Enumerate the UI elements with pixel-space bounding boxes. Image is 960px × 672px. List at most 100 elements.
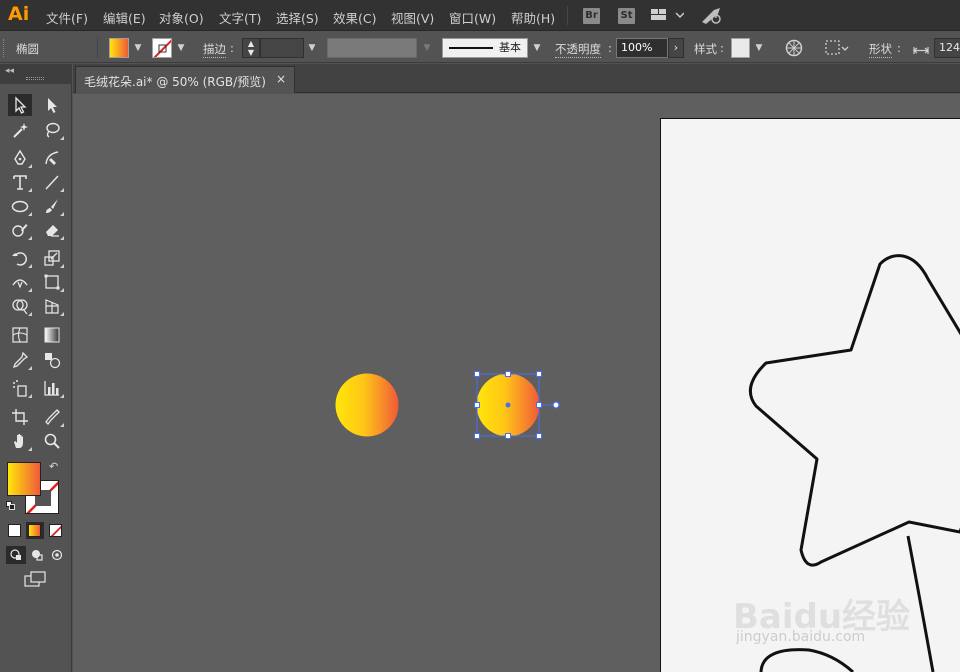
document-tab-title: 毛绒花朵.ai* @ 50% (RGB/预览) [84,75,266,89]
direct-selection-tool[interactable] [40,94,64,116]
mesh-tool[interactable] [8,324,32,346]
menu-window[interactable]: 窗口(W) [449,8,496,27]
shape-colon: : [897,41,901,55]
brush-profile-label: 基本 [499,41,521,54]
brush-dropdown-icon[interactable]: ▼ [529,38,545,58]
paintbrush-tool[interactable] [40,195,64,217]
opacity-label[interactable]: 不透明度 [555,41,601,58]
menu-type[interactable]: 文字(T) [219,8,261,27]
swap-fill-stroke-icon[interactable]: ↶ [49,460,58,473]
width-tool[interactable] [8,271,32,293]
style-label: 样式 [694,42,717,56]
menu-view[interactable]: 视图(V) [391,8,434,27]
shape-width-input[interactable]: 124. [934,38,960,58]
align-to-selection-icon[interactable] [824,39,850,60]
stroke-weight-input[interactable] [260,38,304,58]
shaper-tool[interactable] [8,219,32,241]
variable-width-dropdown-icon[interactable]: ▼ [419,38,435,58]
app-logo: Ai [8,3,30,25]
curvature-tool[interactable] [40,147,64,169]
scale-tool[interactable] [40,247,64,269]
artboard-tool[interactable] [8,406,32,428]
screen-mode-icon[interactable] [24,570,48,588]
opacity-input[interactable]: 100% [616,38,668,58]
object-type-label: 椭圆 [16,42,39,56]
eraser-tool[interactable] [40,219,64,241]
stroke-swatch[interactable] [152,38,172,58]
document-tab[interactable]: 毛绒花朵.ai* @ 50% (RGB/预览) × [75,66,295,93]
collapse-panel-icon[interactable]: ◂◂ [5,66,14,76]
line-segment-tool[interactable] [40,171,64,193]
style-dropdown-icon[interactable]: ▼ [751,38,767,58]
gpu-rocket-icon[interactable] [700,6,724,29]
brush-definition-field[interactable]: 基本 [442,38,528,58]
close-tab-icon[interactable]: × [276,72,286,86]
menu-select[interactable]: 选择(S) [276,8,319,27]
stroke-weight-dropdown-icon[interactable]: ▼ [304,38,320,58]
stock-button[interactable]: St [618,8,635,24]
menu-effect[interactable]: 效果(C) [333,8,376,27]
slice-tool[interactable] [40,406,64,428]
eyedropper-tool[interactable] [8,349,32,371]
tools-panel: ◂◂ ↶ [0,64,72,672]
fill-color-box[interactable] [7,462,41,496]
graphic-style-swatch[interactable] [731,38,750,58]
stroke-dropdown-icon[interactable]: ▼ [173,38,189,58]
opacity-arrow-icon[interactable]: › [668,38,684,58]
symbol-sprayer-tool[interactable] [8,377,32,399]
stroke-weight-stepper[interactable]: ▲ ▼ [242,38,260,58]
canvas[interactable]: Baidu经验 jingyan.baidu.com [73,94,960,672]
type-tool[interactable] [8,171,32,193]
hand-tool[interactable] [8,430,32,452]
gradient-tool[interactable] [40,324,64,346]
leaf-curve[interactable] [759,648,855,672]
fill-dropdown-icon[interactable]: ▼ [130,38,146,58]
menu-file[interactable]: 文件(F) [46,8,88,27]
workspace-layout-icon[interactable] [650,6,685,27]
blend-tool[interactable] [40,349,64,371]
gradient-mode-button[interactable] [26,522,44,539]
document-tab-bar: 毛绒花朵.ai* @ 50% (RGB/预览) × [73,64,960,93]
stroke-label[interactable]: 描边 [203,41,226,58]
menu-object[interactable]: 对象(O) [159,8,204,27]
opacity-colon: : [608,41,612,55]
rotate-tool[interactable] [8,247,32,269]
perspective-grid-tool[interactable] [40,295,64,317]
stroke-colon: : [230,41,234,55]
panel-grip-icon [26,77,44,80]
color-mode-button[interactable] [8,524,21,537]
draw-behind-icon[interactable] [28,546,46,564]
shape-label[interactable]: 形状 [869,41,892,58]
lasso-tool[interactable] [40,119,64,141]
gradient-circle[interactable] [335,373,399,437]
column-graph-tool[interactable] [40,377,64,399]
fill-swatch[interactable] [109,38,129,58]
default-fill-stroke-icon[interactable] [6,501,16,511]
variable-width-profile[interactable] [327,38,417,58]
star-shape[interactable] [748,254,960,567]
shape-builder-tool[interactable] [8,295,32,317]
menu-help[interactable]: 帮助(H) [511,8,555,27]
menu-divider [567,6,568,25]
selection-tool[interactable] [8,94,32,116]
pen-tool[interactable] [8,147,32,169]
menu-bar: Ai 文件(F) 编辑(E) 对象(O) 文字(T) 选择(S) 效果(C) 视… [0,0,960,31]
control-divider [97,37,98,58]
recolor-artwork-icon[interactable] [785,39,803,60]
stem-curve[interactable] [906,535,935,672]
magic-wand-tool[interactable] [8,119,32,141]
artwork-layer [335,254,960,672]
brush-stroke-preview [449,47,493,49]
free-transform-tool[interactable] [40,271,64,293]
ellipse-tool[interactable] [8,195,32,217]
draw-normal-icon[interactable] [6,546,26,564]
none-mode-button[interactable] [49,524,62,537]
tools-panel-header: ◂◂ [0,64,72,84]
control-bar: 椭圆 ▼ ▼ 描边 : ▲ ▼ ▼ ▼ 基本 ▼ 不透明度 : 100% › 样式… [0,32,960,63]
menu-edit[interactable]: 编辑(E) [103,8,146,27]
draw-inside-icon[interactable] [48,546,66,564]
bridge-button[interactable]: Br [583,8,600,24]
pie-widget-handle[interactable] [552,401,560,409]
panel-grip-icon [3,39,6,57]
zoom-tool[interactable] [40,430,64,452]
